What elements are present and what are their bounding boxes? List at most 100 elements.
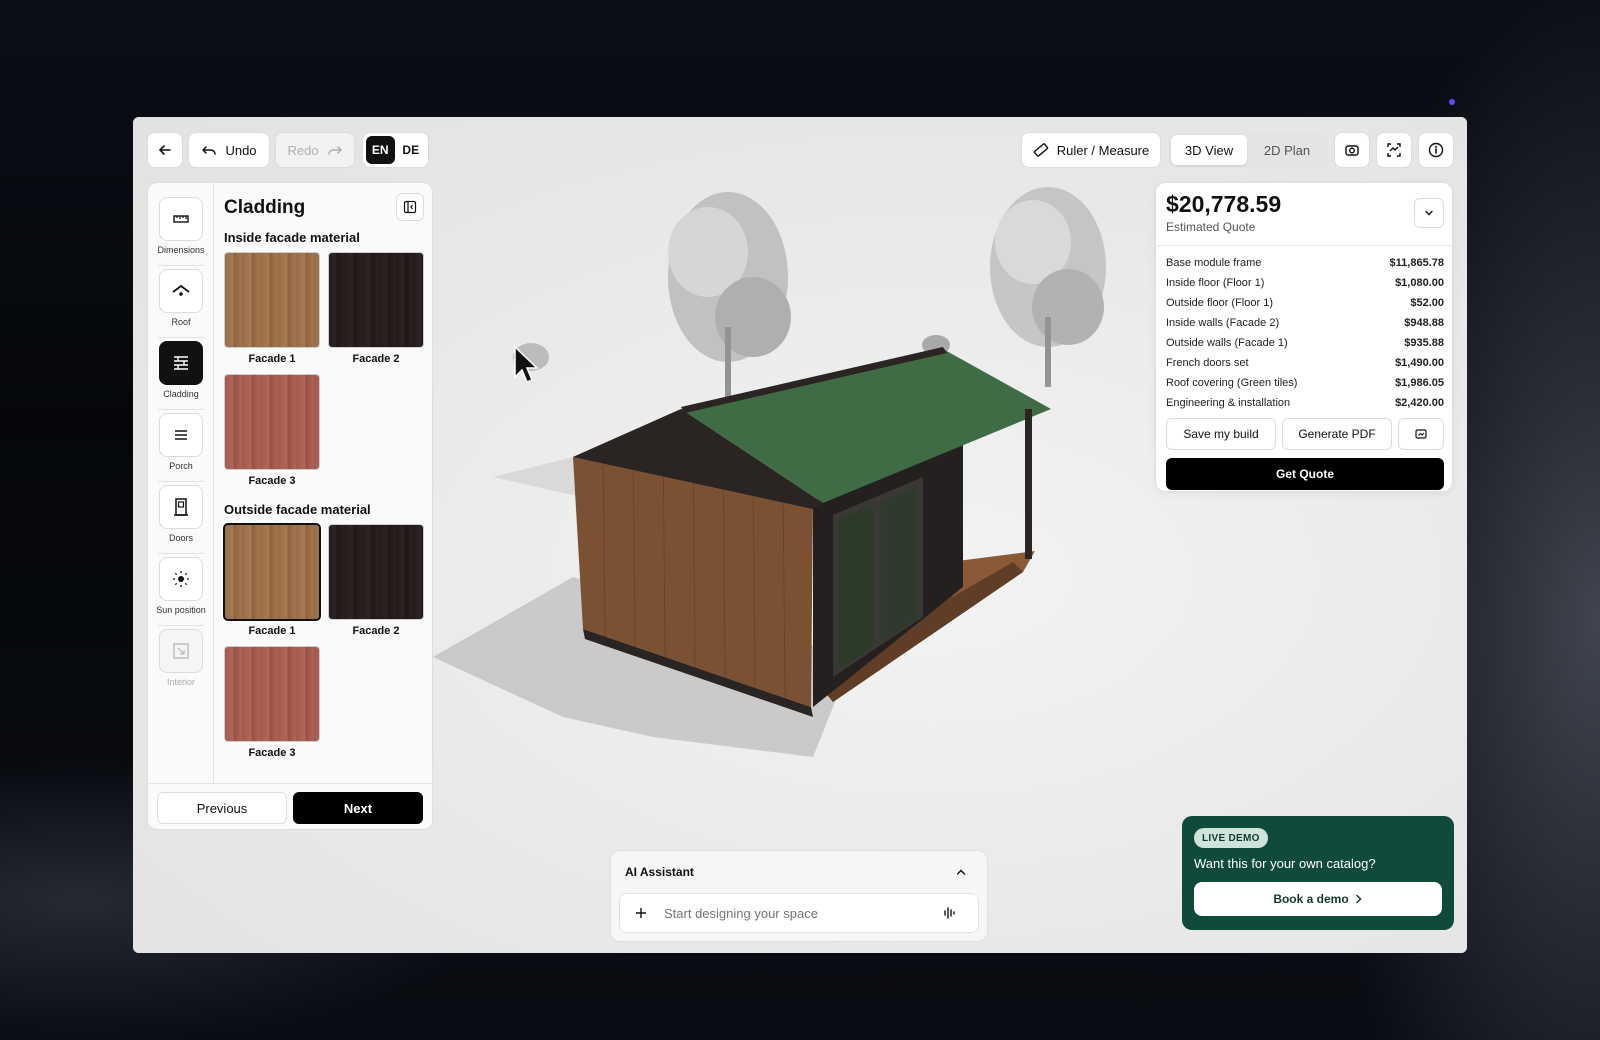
sidebar-item-roof[interactable]: Roof xyxy=(148,269,214,341)
chevron-up-icon[interactable] xyxy=(954,865,968,879)
quote-line-label: Outside walls (Facade 1) xyxy=(1166,337,1288,349)
language-switch: EN DE xyxy=(362,132,429,168)
quote-line-label: Base module frame xyxy=(1166,257,1262,269)
sidebar-item-label: Interior xyxy=(166,677,195,687)
sidebar-item-label: Doors xyxy=(168,533,193,543)
inside-facade-3-swatch[interactable] xyxy=(224,374,320,470)
cladding-icon xyxy=(174,356,188,370)
tab-3d-view[interactable]: 3D View xyxy=(1171,135,1247,165)
mouse-cursor-icon xyxy=(514,345,539,383)
tab-2d-plan[interactable]: 2D Plan xyxy=(1249,135,1325,165)
ai-prompt-box xyxy=(619,893,979,933)
get-quote-button[interactable]: Get Quote xyxy=(1166,458,1444,490)
quote-line-item: Inside walls (Facade 2) $948.88 xyxy=(1166,313,1444,333)
back-button[interactable] xyxy=(147,132,183,168)
tree-right xyxy=(990,187,1106,387)
swatch-label: Facade 2 xyxy=(352,625,400,637)
sidebar-item-cladding[interactable]: Cladding xyxy=(148,341,214,413)
ar-view-button[interactable] xyxy=(1376,132,1412,168)
ai-prompt-input[interactable] xyxy=(664,905,934,921)
info-button[interactable] xyxy=(1418,132,1454,168)
sidebar-item-dimensions[interactable]: Dimensions xyxy=(148,197,214,269)
ai-assistant-panel: AI Assistant xyxy=(610,850,988,942)
previous-button[interactable]: Previous xyxy=(157,792,287,824)
divider xyxy=(1156,245,1454,246)
tree-left xyxy=(668,192,791,407)
porch-icon xyxy=(175,430,187,440)
sidebar-item-label: Porch xyxy=(169,461,193,471)
panel-title: Cladding xyxy=(224,197,306,218)
info-icon xyxy=(1428,142,1444,158)
quote-expand-button[interactable] xyxy=(1414,198,1444,228)
camera-icon xyxy=(1345,145,1359,156)
quote-line-amount: $935.88 xyxy=(1404,337,1444,349)
voice-waveform-icon[interactable] xyxy=(942,905,958,921)
inside-facade-heading: Inside facade material xyxy=(224,230,360,245)
quote-subtitle: Estimated Quote xyxy=(1166,220,1256,234)
door-icon xyxy=(174,498,188,516)
book-demo-button[interactable]: Book a demo xyxy=(1194,882,1442,916)
swatch-label: Facade 1 xyxy=(248,353,296,365)
collapse-panel-button[interactable] xyxy=(396,193,424,221)
sidebar-item-doors[interactable]: Doors xyxy=(148,485,214,557)
lang-de[interactable]: DE xyxy=(397,136,426,164)
quote-line-label: Outside floor (Floor 1) xyxy=(1166,297,1273,309)
sidebar-item-label: Sun position xyxy=(156,605,206,615)
quote-line-item: Roof covering (Green tiles) $1,986.05 xyxy=(1166,373,1444,393)
swatch-label: Facade 3 xyxy=(248,747,296,759)
outside-facade-2-swatch[interactable] xyxy=(328,524,424,620)
redo-button[interactable]: Redo xyxy=(275,132,355,168)
outside-facade-3-swatch[interactable] xyxy=(224,646,320,742)
sidebar-item-label: Roof xyxy=(171,317,191,327)
status-dot xyxy=(1449,99,1455,105)
quote-line-amount: $948.88 xyxy=(1404,317,1444,329)
sidebar-item-sun-position[interactable]: Sun position xyxy=(148,557,214,629)
redo-icon xyxy=(327,146,342,155)
live-demo-badge: LIVE DEMO xyxy=(1194,828,1268,848)
quote-line-amount: $2,420.00 xyxy=(1395,397,1444,409)
redo-label: Redo xyxy=(287,142,319,158)
chevron-down-icon xyxy=(1425,210,1433,216)
lang-en[interactable]: EN xyxy=(366,136,395,164)
ai-assistant-title: AI Assistant xyxy=(625,865,694,879)
quote-line-amount: $11,865.78 xyxy=(1389,257,1444,269)
undo-button[interactable]: Undo xyxy=(188,132,270,168)
quote-line-item: Inside floor (Floor 1) $1,080.00 xyxy=(1166,273,1444,293)
ruler-icon xyxy=(1033,143,1048,157)
outside-facade-1-swatch[interactable] xyxy=(223,523,321,621)
screenshot-button[interactable] xyxy=(1334,132,1370,168)
panel-footer: Previous Next xyxy=(148,783,432,829)
quote-total: $20,778.59 xyxy=(1166,191,1282,217)
generate-pdf-button[interactable]: Generate PDF xyxy=(1282,418,1392,450)
scan-icon xyxy=(1387,143,1401,157)
quote-line-amount: $52.00 xyxy=(1410,297,1444,309)
configurator-window: Undo Redo EN DE Ruler / Measure 3D View … xyxy=(133,117,1467,953)
sidebar-item-label: Cladding xyxy=(163,389,199,399)
ruler-icon xyxy=(173,215,189,223)
save-build-button[interactable]: Save my build xyxy=(1166,418,1276,450)
roof-icon xyxy=(172,284,190,296)
next-button[interactable]: Next xyxy=(293,792,423,824)
swatch-label: Facade 1 xyxy=(248,625,296,637)
inside-facade-1-swatch[interactable] xyxy=(224,252,320,348)
quote-line-item: Outside walls (Facade 1) $935.88 xyxy=(1166,333,1444,353)
undo-label: Undo xyxy=(225,142,257,158)
share-button[interactable] xyxy=(1398,418,1444,450)
quote-line-item: Base module frame $11,865.78 xyxy=(1166,253,1444,273)
book-demo-label: Book a demo xyxy=(1273,892,1349,906)
share-icon xyxy=(1415,429,1427,439)
sidebar-collapse-icon xyxy=(403,200,417,214)
ruler-measure-button[interactable]: Ruler / Measure xyxy=(1021,132,1161,168)
quote-line-label: French doors set xyxy=(1166,357,1249,369)
live-demo-card: LIVE DEMO Want this for your own catalog… xyxy=(1182,816,1454,930)
plus-icon[interactable] xyxy=(634,906,648,920)
chevron-right-icon xyxy=(1355,894,1362,904)
swatch-label: Facade 2 xyxy=(352,353,400,365)
quote-line-label: Engineering & installation xyxy=(1166,397,1291,409)
sidebar-item-porch[interactable]: Porch xyxy=(148,413,214,485)
inside-facade-2-swatch[interactable] xyxy=(328,252,424,348)
quote-line-amount: $1,986.05 xyxy=(1395,377,1444,389)
quote-line-amount: $1,080.00 xyxy=(1395,277,1444,289)
sidebar-item-interior[interactable]: Interior xyxy=(148,629,214,701)
quote-line-item: Engineering & installation $2,420.00 xyxy=(1166,393,1444,413)
